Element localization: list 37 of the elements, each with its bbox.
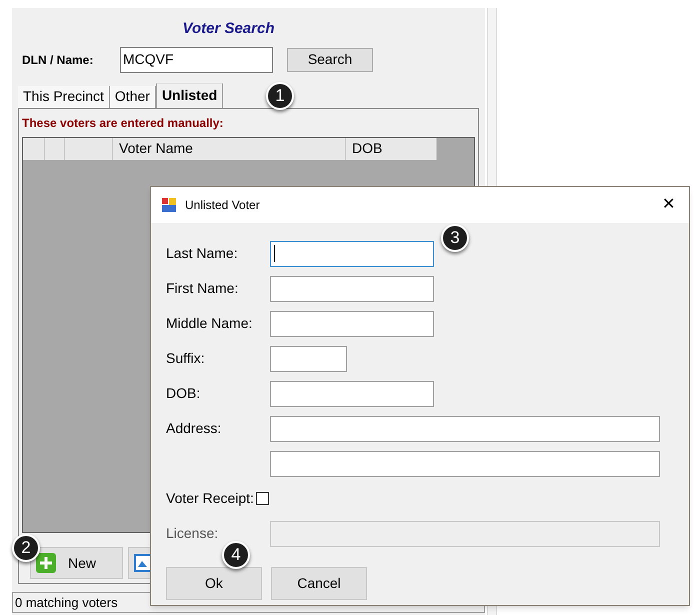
tab[interactable]: Other <box>110 86 156 108</box>
field-label: License: <box>166 524 220 543</box>
text-field[interactable] <box>270 346 347 372</box>
app-icon <box>161 197 177 213</box>
column-header[interactable] <box>65 138 113 160</box>
cancel-button[interactable]: Cancel <box>271 567 367 600</box>
column-header[interactable] <box>45 138 65 160</box>
column-header[interactable]: Voter Name <box>113 138 346 160</box>
window-title: Voter Search <box>182 19 274 39</box>
search-field[interactable]: MCQVF <box>120 46 273 72</box>
close-button[interactable]: ✕ <box>658 193 679 217</box>
text-field[interactable] <box>270 416 660 442</box>
field-label: First Name: <box>166 279 240 298</box>
search-button[interactable]: Search <box>287 48 373 72</box>
ok-button[interactable]: Ok <box>166 567 262 600</box>
field-label: Address: <box>166 419 222 438</box>
new-button[interactable]: New <box>30 547 123 579</box>
column-header[interactable] <box>23 138 45 160</box>
tab[interactable]: Unlisted <box>156 82 224 108</box>
text-field[interactable] <box>270 450 660 476</box>
field-label: Middle Name: <box>166 314 254 333</box>
field-label: Suffix: <box>166 349 206 368</box>
tab[interactable]: This Precinct <box>18 86 110 108</box>
search-label: DLN / Name: <box>22 52 94 68</box>
field-label: DOB: <box>166 384 202 403</box>
text-field[interactable] <box>270 310 434 336</box>
field-label: Voter Receipt: <box>166 489 254 508</box>
checkbox[interactable] <box>256 492 269 505</box>
plus-icon <box>36 553 56 573</box>
text-field[interactable] <box>270 276 434 302</box>
text-field[interactable] <box>270 380 434 406</box>
text-field[interactable] <box>270 240 434 266</box>
image-icon <box>134 554 152 572</box>
dialog-title: Unlisted Voter <box>185 197 260 214</box>
column-header[interactable]: DOB <box>346 138 437 160</box>
field-label: Last Name: <box>166 244 239 263</box>
notice-text: These voters are entered manually: <box>22 114 224 132</box>
